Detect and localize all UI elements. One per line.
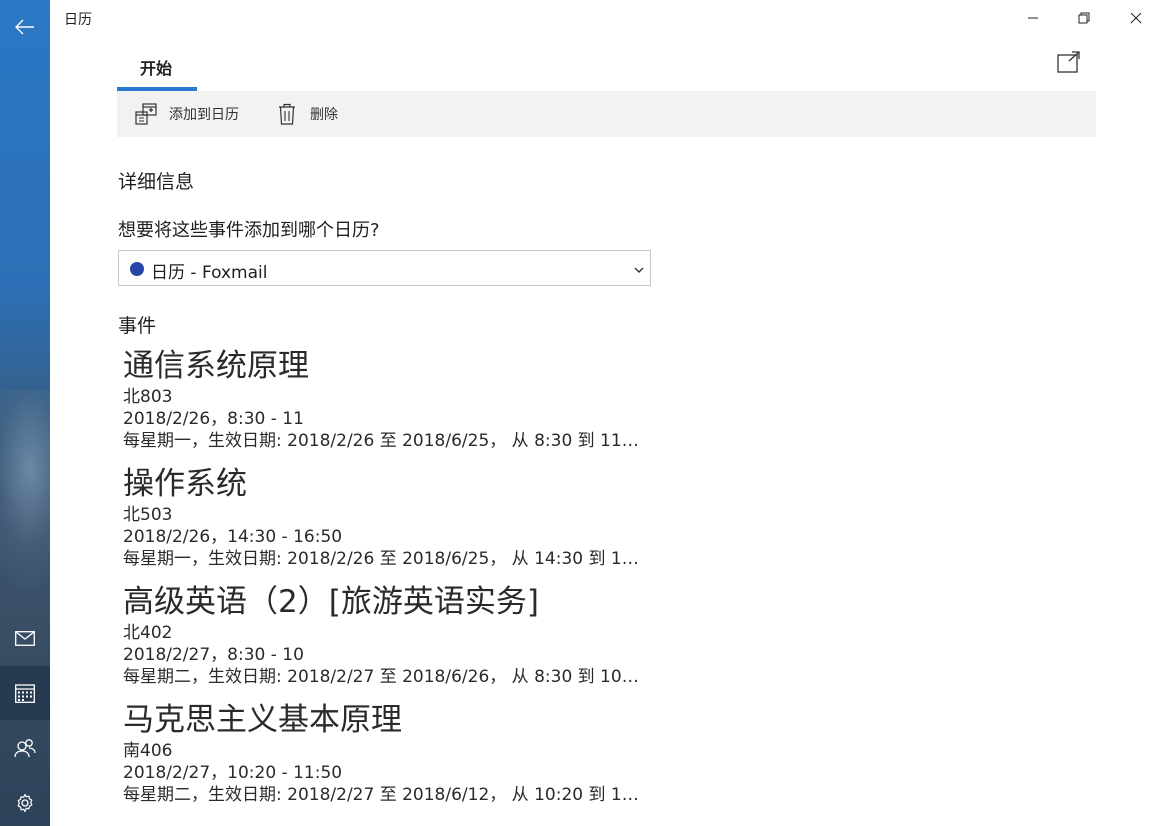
app-title: 日历 — [64, 12, 92, 28]
command-bar: 添加到日历 删除 — [117, 91, 1096, 137]
calendar-question: 想要将这些事件添加到哪个日历? — [118, 220, 380, 241]
nav-rail — [0, 0, 50, 826]
events-heading: 事件 — [118, 315, 157, 337]
event-item: 通信系统原理 北803 2018/2/26，8:30 - 11 每星期一，生效日… — [123, 346, 683, 452]
popout-button[interactable] — [1056, 51, 1082, 77]
restore-button[interactable] — [1059, 0, 1109, 36]
event-item: 马克思主义基本原理 南406 2018/2/27，10:20 - 11:50 每… — [123, 700, 683, 806]
event-time: 2018/2/27，8:30 - 10 — [123, 645, 304, 665]
event-location: 南406 — [123, 741, 173, 761]
calendar-button[interactable] — [0, 666, 50, 720]
event-title: 高级英语（2）[旅游英语实务] — [123, 584, 539, 620]
calendar-select-value: 日历 - Foxmail — [151, 263, 268, 283]
mail-icon — [15, 630, 35, 646]
event-item: 高级英语（2）[旅游英语实务] 北402 2018/2/27，8:30 - 10… — [123, 582, 683, 688]
back-arrow-icon — [15, 19, 35, 35]
event-time: 2018/2/26，8:30 - 11 — [123, 409, 304, 429]
event-location: 北402 — [123, 623, 173, 643]
event-recurrence: 每星期一，生效日期: 2018/2/26 至 2018/6/25， 从 14:3… — [123, 549, 643, 569]
close-icon — [1130, 9, 1142, 28]
details-heading: 详细信息 — [118, 171, 195, 193]
add-to-calendar-label: 添加到日历 — [169, 107, 239, 123]
calendar-select[interactable]: 日历 - Foxmail — [118, 250, 651, 286]
people-button[interactable] — [0, 721, 50, 775]
rail-background — [0, 390, 50, 590]
settings-button[interactable] — [0, 776, 50, 826]
event-time: 2018/2/27，10:20 - 11:50 — [123, 763, 343, 783]
event-recurrence: 每星期一，生效日期: 2018/2/26 至 2018/6/25， 从 8:30… — [123, 431, 643, 451]
people-icon — [14, 738, 36, 758]
add-to-calendar-icon — [133, 101, 159, 127]
tab-start[interactable]: 开始 — [117, 48, 197, 91]
event-title: 通信系统原理 — [123, 348, 309, 384]
trash-icon — [274, 101, 300, 127]
calendar-icon — [15, 683, 35, 703]
tab-label: 开始 — [140, 59, 173, 78]
close-button[interactable] — [1111, 0, 1161, 36]
event-location: 北803 — [123, 387, 173, 407]
mail-button[interactable] — [0, 611, 50, 665]
event-recurrence: 每星期二，生效日期: 2018/2/27 至 2018/6/12， 从 10:2… — [123, 785, 643, 805]
minimize-icon — [1027, 9, 1039, 28]
event-recurrence: 每星期二，生效日期: 2018/2/27 至 2018/6/26， 从 8:30… — [123, 667, 643, 687]
popout-icon — [1057, 51, 1081, 77]
title-bar: 日历 — [50, 0, 1162, 36]
delete-label: 删除 — [310, 107, 338, 123]
restore-icon — [1078, 9, 1090, 28]
gear-icon — [15, 793, 35, 813]
add-to-calendar-button[interactable]: 添加到日历 — [133, 91, 239, 137]
chevron-down-icon — [632, 262, 646, 276]
calendar-color-dot — [130, 262, 144, 276]
event-location: 北503 — [123, 505, 173, 525]
event-title: 马克思主义基本原理 — [123, 702, 402, 738]
event-time: 2018/2/26，14:30 - 16:50 — [123, 527, 343, 547]
back-button[interactable] — [0, 0, 50, 54]
event-item: 操作系统 北503 2018/2/26，14:30 - 16:50 每星期一，生… — [123, 464, 683, 570]
delete-button[interactable]: 删除 — [274, 91, 338, 137]
event-title: 操作系统 — [123, 466, 247, 502]
minimize-button[interactable] — [1008, 0, 1058, 36]
